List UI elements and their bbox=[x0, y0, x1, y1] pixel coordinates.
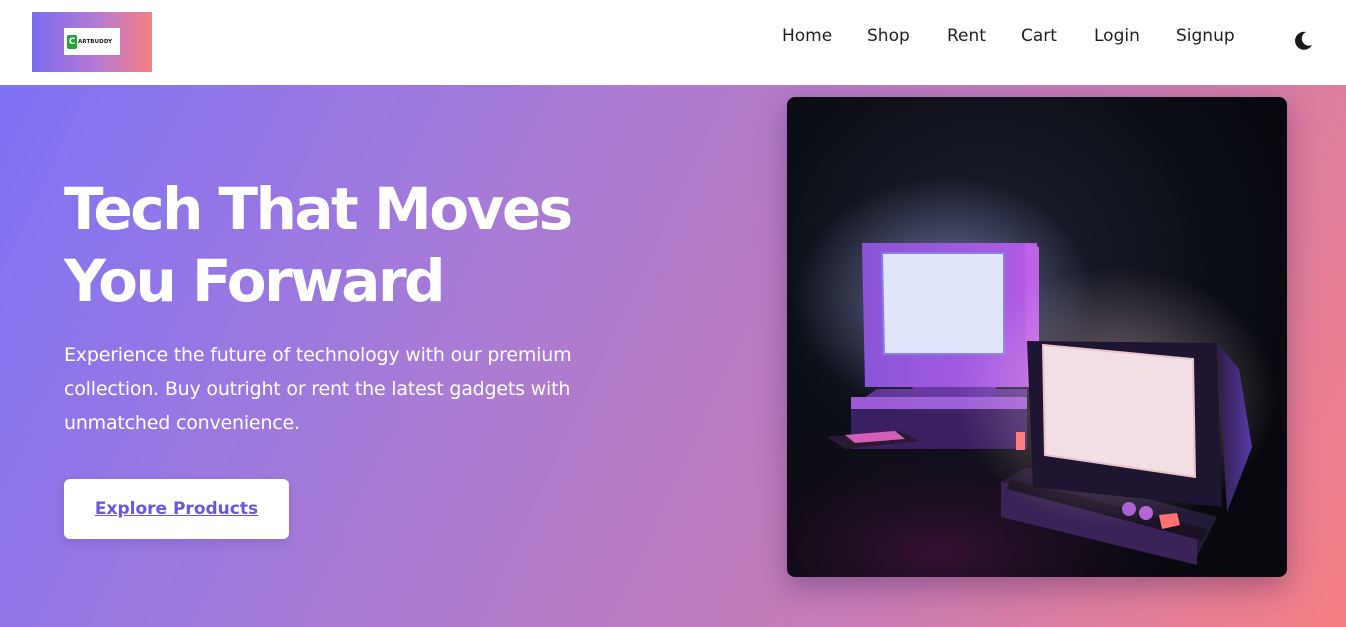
theme-toggle-button[interactable] bbox=[1290, 28, 1316, 54]
nav-cart-link[interactable]: Cart bbox=[1021, 24, 1057, 48]
explore-products-button[interactable]: Explore Products bbox=[64, 479, 289, 539]
nav-shop-link[interactable]: Shop bbox=[867, 24, 910, 48]
nav-rent-link[interactable]: Rent bbox=[947, 24, 986, 48]
moon-icon bbox=[1295, 31, 1312, 50]
logo[interactable]: C ARTBUDDY bbox=[32, 12, 152, 72]
navbar: C ARTBUDDY Home Shop Rent Cart Login Sig… bbox=[0, 0, 1346, 85]
retro-computers-illustration bbox=[787, 97, 1287, 577]
logo-badge: C ARTBUDDY bbox=[64, 28, 120, 55]
nav-home-link[interactable]: Home bbox=[782, 24, 832, 48]
hero-title: Tech That Moves You Forward bbox=[64, 173, 704, 317]
cart-logo-icon: C bbox=[67, 34, 77, 49]
nav-signup-link[interactable]: Signup bbox=[1176, 24, 1235, 48]
hero-title-line-1: Tech That Moves bbox=[64, 175, 573, 243]
nav-login-link[interactable]: Login bbox=[1094, 24, 1140, 48]
hero-image bbox=[787, 97, 1287, 577]
hero-title-line-2: You Forward bbox=[64, 247, 446, 315]
logo-text: ARTBUDDY bbox=[78, 38, 113, 45]
hero-section: Tech That Moves You Forward Experience t… bbox=[0, 85, 1346, 627]
hero-description: Experience the future of technology with… bbox=[64, 344, 572, 434]
